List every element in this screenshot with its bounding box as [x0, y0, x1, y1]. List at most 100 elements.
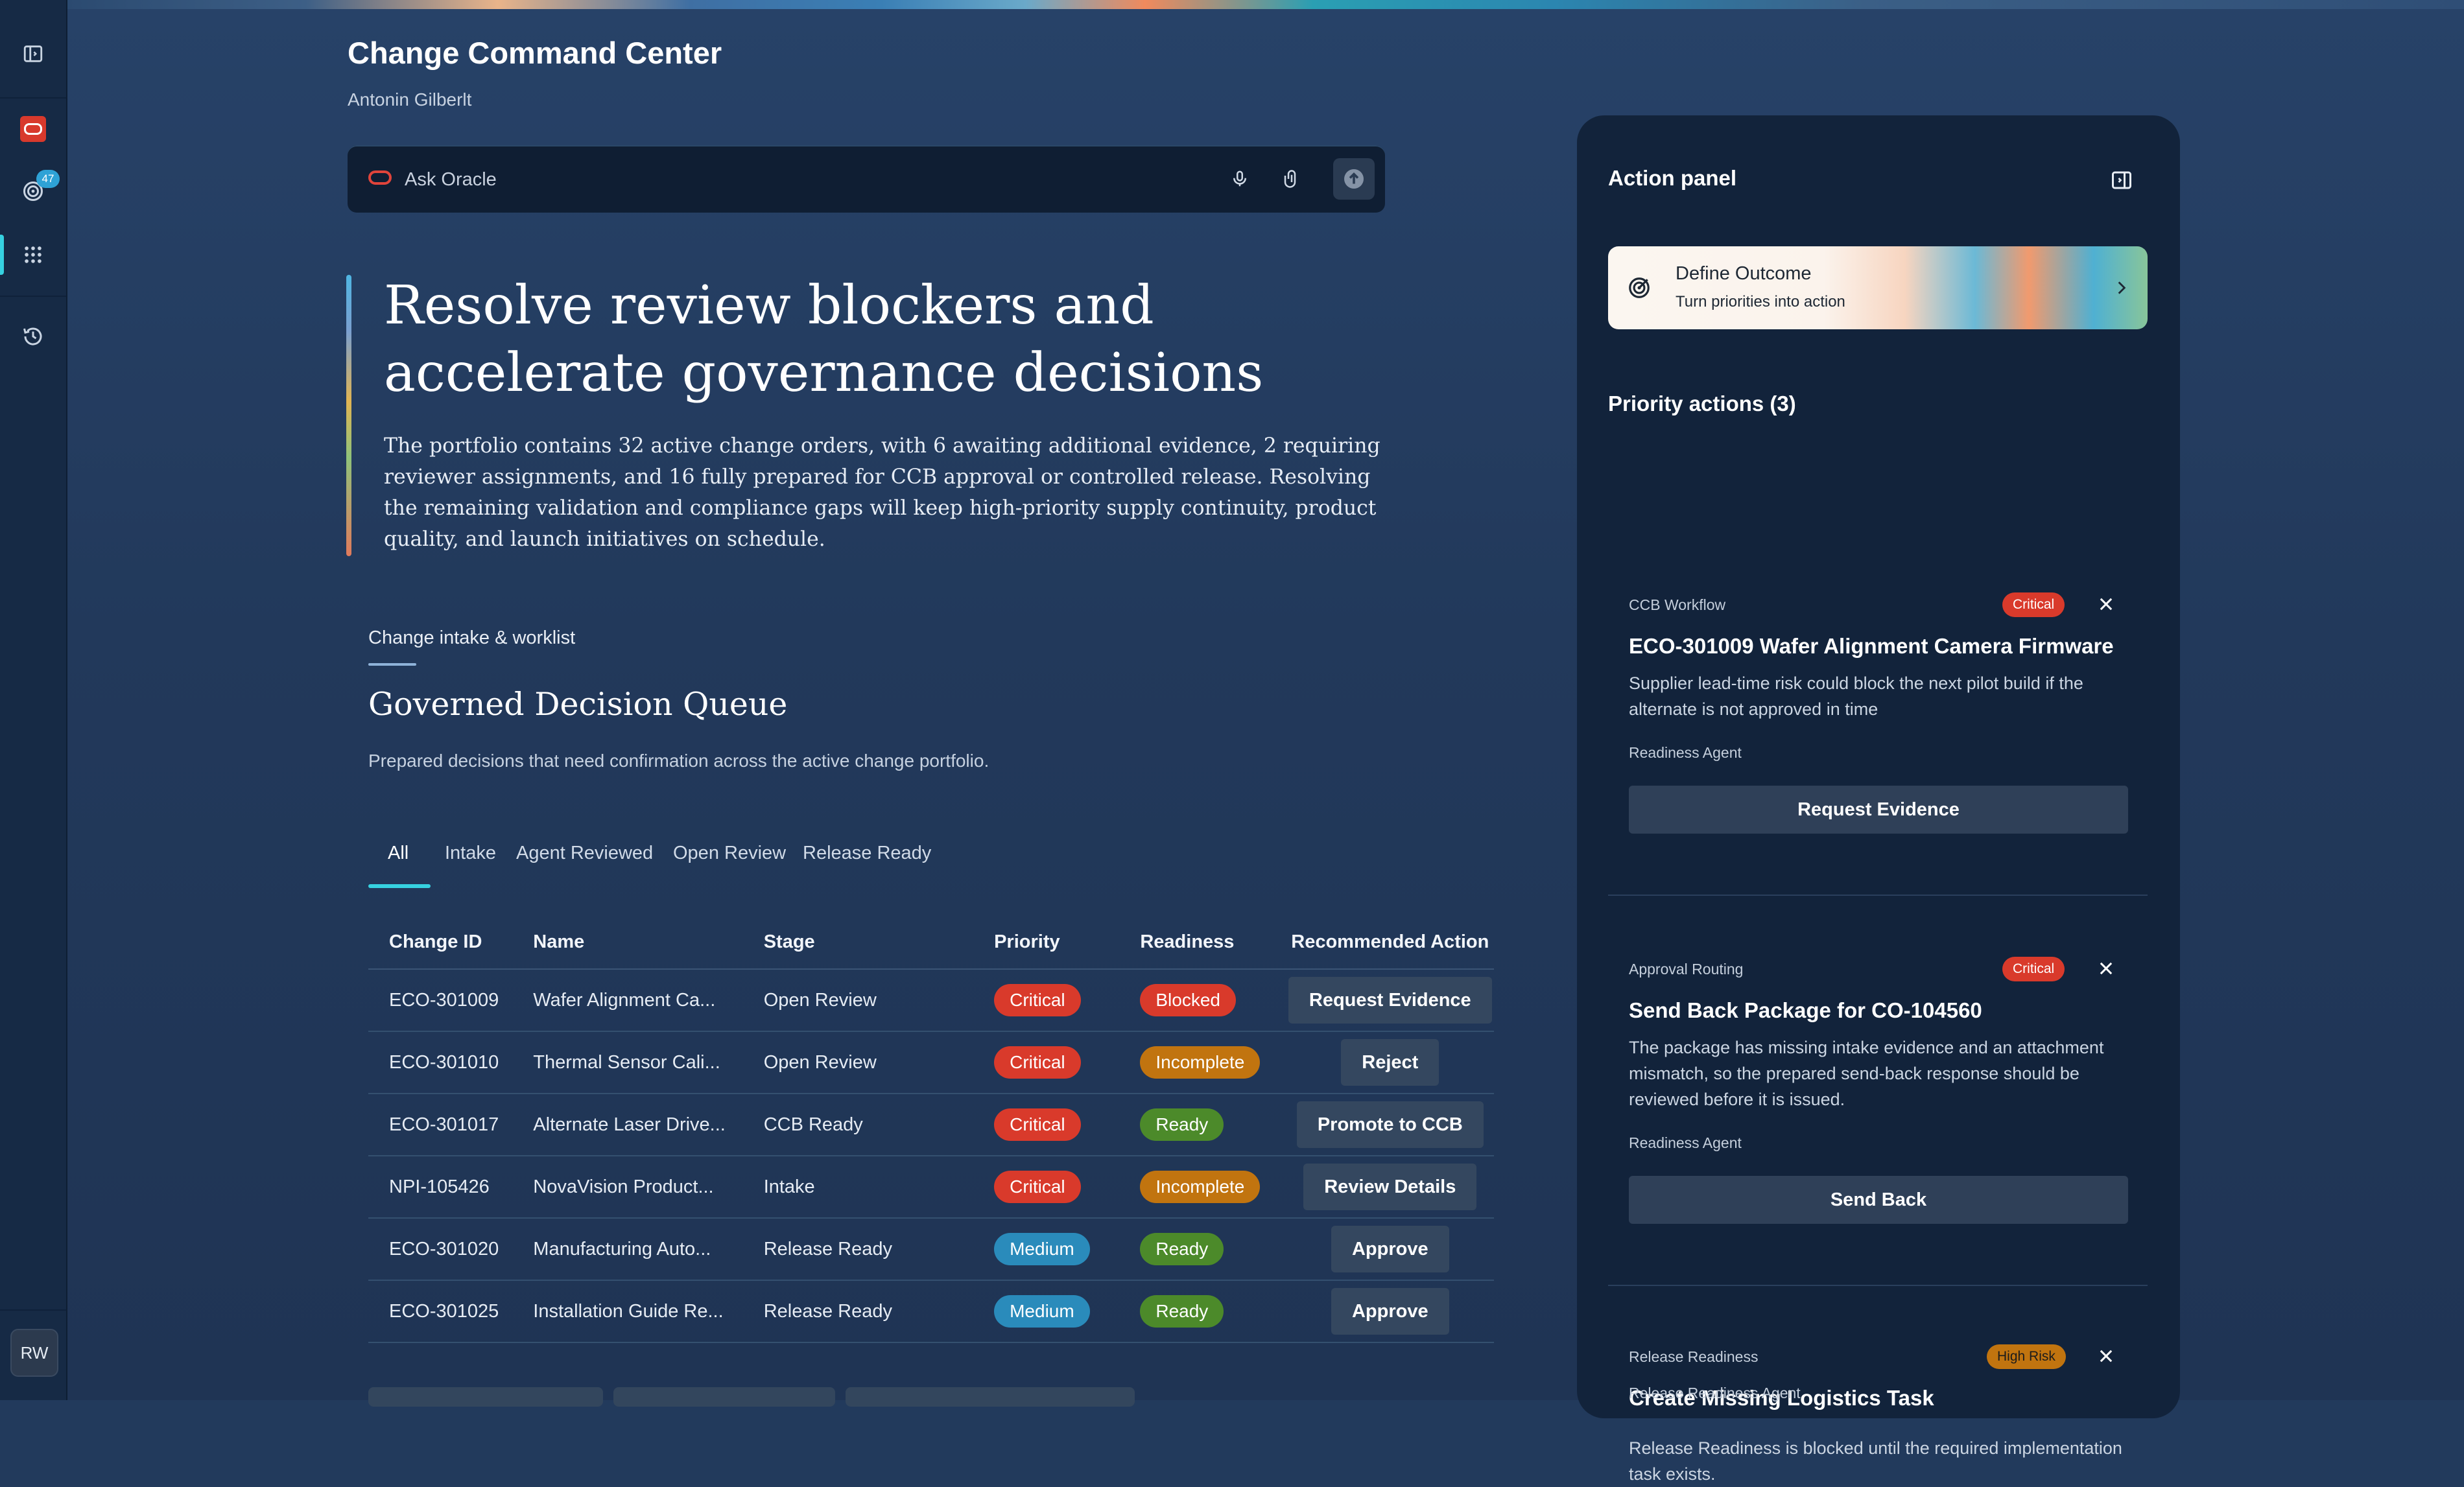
change-name: Manufacturing Auto... [533, 1218, 764, 1281]
column-header-stage[interactable]: Stage [763, 915, 995, 970]
notification-count-badge: 47 [36, 170, 60, 188]
request-evidence-button[interactable]: Request Evidence [1629, 786, 2128, 834]
change-stage: CCB Ready [763, 1094, 995, 1156]
bulk-action-button[interactable] [368, 1387, 603, 1407]
card-agent: Readiness Agent [1629, 1134, 1742, 1151]
bulk-action-button[interactable] [613, 1387, 835, 1407]
card-category: Release Readiness [1629, 1348, 1759, 1365]
attach-button[interactable] [1277, 165, 1306, 193]
define-outcome-card[interactable]: Define Outcome Turn priorities into acti… [1608, 246, 2148, 329]
card-agent: Release Readiness Agent [1629, 1385, 1801, 1401]
card-category: CCB Workflow [1629, 596, 1726, 613]
tab-release-ready[interactable]: Release Ready [803, 843, 931, 864]
card-severity-badge: Critical [2002, 592, 2065, 617]
card-severity-badge: Critical [2002, 957, 2065, 981]
page-headline: Resolve review blockers and accelerate g… [384, 275, 1264, 404]
oracle-logo-icon [368, 170, 392, 185]
change-id-link[interactable]: ECO-301020 [368, 1218, 534, 1281]
change-stage: Open Review [763, 969, 995, 1032]
goals-button[interactable]: 47 [17, 170, 60, 207]
readiness-badge: Blocked [1140, 984, 1236, 1016]
table-row: ECO-301009 Wafer Alignment Ca... Open Re… [368, 969, 1494, 1032]
decorative-top-strip [66, 0, 2464, 9]
column-header-priority[interactable]: Priority [994, 915, 1141, 970]
bulk-action-button[interactable] [846, 1387, 1135, 1407]
section-underline [368, 663, 416, 666]
column-header-change-id[interactable]: Change ID [368, 915, 534, 970]
action-panel: Action panel Define Outcome Turn priorit… [1577, 115, 2180, 1484]
column-header-recommended-action[interactable]: Recommended Action [1286, 915, 1494, 970]
change-name: NovaVision Product... [533, 1156, 764, 1219]
history-icon [23, 327, 42, 345]
priority-badge: Critical [994, 984, 1081, 1016]
change-name: Wafer Alignment Ca... [533, 969, 764, 1032]
portfolio-summary: The portfolio contains 32 active change … [384, 434, 1380, 551]
sidebar-toggle-icon [23, 45, 43, 62]
toggle-sidebar-button[interactable] [17, 38, 49, 70]
oracle-home-button[interactable] [17, 113, 49, 145]
request-evidence-button[interactable]: Request Evidence [1288, 977, 1492, 1024]
reject-button[interactable]: Reject [1341, 1039, 1439, 1086]
dismiss-card-button[interactable] [2093, 591, 2119, 617]
priority-badge: Critical [994, 1171, 1081, 1203]
column-header-name[interactable]: Name [533, 915, 764, 970]
approve-button[interactable]: Approve [1331, 1226, 1449, 1272]
dismiss-card-button[interactable] [2093, 955, 2119, 981]
card-severity-badge: High Risk [1987, 1344, 2066, 1369]
change-id-link[interactable]: ECO-301009 [368, 969, 534, 1032]
rail-divider [0, 296, 66, 297]
user-avatar[interactable]: RW [10, 1329, 58, 1377]
priority-badge: Critical [994, 1108, 1081, 1141]
send-button[interactable] [1333, 158, 1375, 200]
column-header-readiness[interactable]: Readiness [1140, 915, 1286, 970]
target-icon [1625, 274, 1653, 302]
history-button[interactable] [17, 320, 49, 353]
review-details-button[interactable]: Review Details [1303, 1164, 1477, 1210]
arrow-up-circle-icon [1344, 169, 1364, 189]
card-agent: Readiness Agent [1629, 744, 1742, 761]
dismiss-card-button[interactable] [2093, 1343, 2119, 1369]
tab-open-review[interactable]: Open Review [673, 843, 786, 864]
oracle-logo-icon [20, 116, 46, 142]
change-name: Alternate Laser Drive... [533, 1094, 764, 1156]
send-back-button[interactable]: Send Back [1629, 1176, 2128, 1224]
apps-grid-button[interactable] [17, 239, 49, 271]
change-id-link[interactable]: ECO-301025 [368, 1280, 534, 1343]
card-title: ECO-301009 Wafer Alignment Camera Firmwa… [1629, 634, 2114, 658]
app-title: Change Command Center [348, 36, 722, 70]
priority-action-card: CCB Workflow Critical ECO-301009 Wafer A… [1608, 485, 2148, 900]
readiness-badge: Ready [1140, 1295, 1224, 1328]
section-label: Change intake & worklist [368, 627, 576, 648]
rail-divider [0, 1309, 66, 1311]
change-name: Thermal Sensor Cali... [533, 1031, 764, 1094]
change-stage: Intake [763, 1156, 995, 1219]
microphone-icon [1233, 170, 1246, 187]
microphone-button[interactable] [1226, 165, 1254, 193]
collapse-panel-button[interactable] [2107, 166, 2136, 194]
tab-intake[interactable]: Intake [445, 843, 496, 864]
change-id-link[interactable]: ECO-301010 [368, 1031, 534, 1094]
ask-oracle-bar [348, 145, 1385, 213]
table-row: ECO-301010 Thermal Sensor Cali... Open R… [368, 1031, 1494, 1094]
priority-action-card: Approval Routing Critical Send Back Pack… [1608, 854, 2148, 1286]
decision-queue-table: Change ID Name Stage Priority Readiness … [368, 915, 1494, 1343]
user-name: Antonin Gilberlt [348, 89, 472, 110]
change-id-link[interactable]: NPI-105426 [368, 1156, 534, 1219]
priority-badge: Medium [994, 1295, 1090, 1328]
card-description: The package has missing intake evidence … [1629, 1038, 2104, 1109]
close-icon [2100, 1350, 2113, 1363]
action-panel-title: Action panel [1608, 166, 1737, 190]
table-row: ECO-301017 Alternate Laser Drive... CCB … [368, 1094, 1494, 1156]
ask-oracle-input[interactable] [403, 165, 1054, 194]
change-stage: Release Ready [763, 1280, 995, 1343]
queue-title: Governed Decision Queue [368, 686, 788, 723]
priority-actions-title: Priority actions (3) [1608, 392, 1796, 416]
panel-collapse-icon [2112, 171, 2131, 189]
close-icon [2100, 598, 2113, 611]
chevron-right-icon [2109, 274, 2135, 302]
change-id-link[interactable]: ECO-301017 [368, 1094, 534, 1156]
approve-button[interactable]: Approve [1331, 1288, 1449, 1335]
tab-agent-reviewed[interactable]: Agent Reviewed [516, 843, 653, 864]
tab-all[interactable]: All [388, 843, 409, 864]
promote-to-ccb-button[interactable]: Promote to CCB [1296, 1101, 1484, 1148]
